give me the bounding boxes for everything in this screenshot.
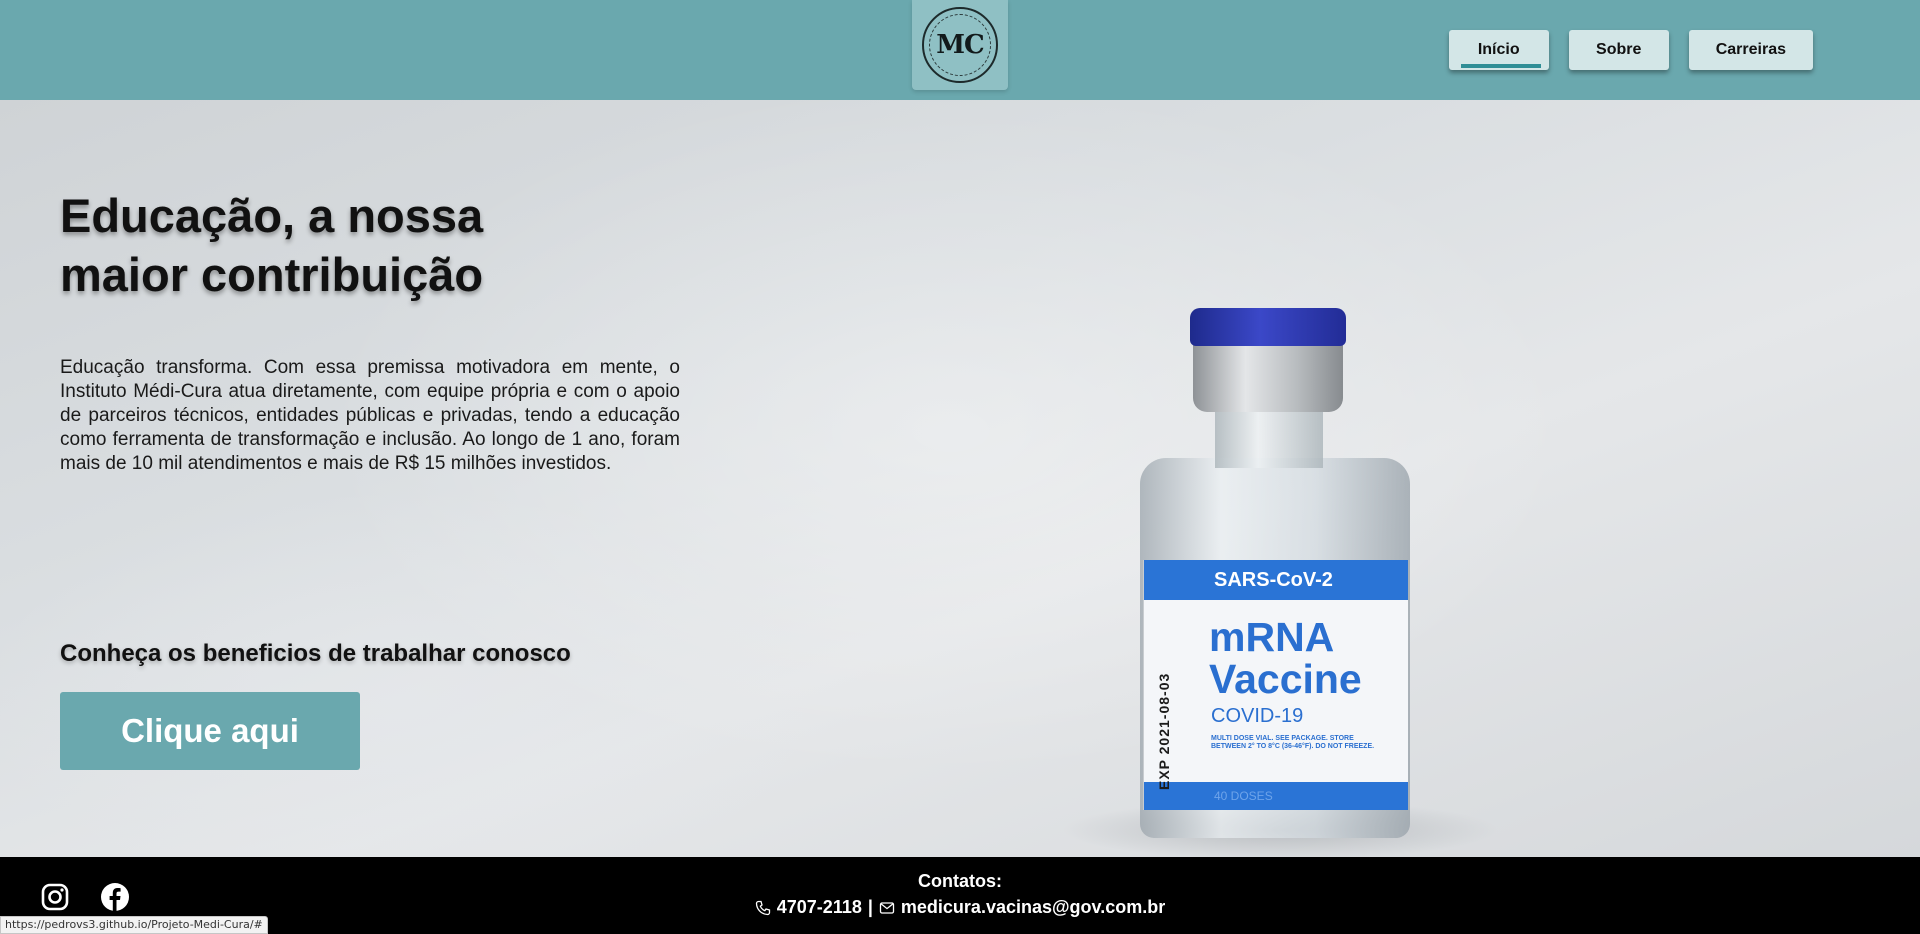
cta-button[interactable]: Clique aqui bbox=[60, 692, 360, 770]
contact-email[interactable]: medicura.vacinas@gov.com.br bbox=[901, 897, 1165, 918]
label-subtitle: COVID-19 bbox=[1211, 705, 1304, 727]
vaccine-vial-image: SARS-CoV-2 mRNA Vaccine COVID-19 MULTI D… bbox=[1125, 308, 1425, 848]
mail-icon bbox=[879, 901, 895, 914]
label-foot: 40 DOSES bbox=[1144, 782, 1408, 810]
nav-inicio-button[interactable]: Início bbox=[1448, 30, 1549, 70]
contacts-title: Contatos: bbox=[918, 871, 1002, 891]
site-header: MC Início Sobre Carreiras bbox=[0, 0, 1920, 100]
logo-text: MC bbox=[936, 30, 984, 60]
site-logo[interactable]: MC bbox=[912, 0, 1008, 90]
label-title-line2: Vaccine bbox=[1209, 656, 1362, 702]
hero-paragraph: Educação transforma. Com essa premissa m… bbox=[60, 357, 680, 474]
vial-neck bbox=[1215, 408, 1323, 468]
label-band: SARS-CoV-2 bbox=[1144, 560, 1408, 600]
hero-headline: Educação, a nossa maior contribuição bbox=[60, 189, 484, 301]
label-title-line1: mRNA bbox=[1209, 614, 1335, 660]
vial-label: SARS-CoV-2 mRNA Vaccine COVID-19 MULTI D… bbox=[1143, 560, 1408, 810]
contact-phone[interactable]: 4707-2118 bbox=[777, 897, 862, 918]
label-title: mRNA Vaccine bbox=[1209, 616, 1362, 700]
phone-icon bbox=[755, 900, 770, 915]
main-nav: Início Sobre Carreiras bbox=[1448, 30, 1813, 70]
nav-sobre-button[interactable]: Sobre bbox=[1568, 30, 1669, 70]
site-footer: Contatos: 4707-2118 | medicura.vacinas@g… bbox=[0, 857, 1920, 934]
status-bar-url: https://pedrovs3.github.io/Projeto-Medi-… bbox=[0, 916, 268, 934]
label-exp: EXP 2021-08-03 bbox=[1156, 672, 1172, 790]
vial-cap bbox=[1190, 308, 1346, 346]
nav-carreiras-button[interactable]: Carreiras bbox=[1688, 30, 1813, 70]
hero-section: Educação, a nossa maior contribuição Edu… bbox=[0, 100, 1920, 857]
logo-ring: MC bbox=[922, 7, 998, 83]
vial-crimp bbox=[1193, 342, 1343, 412]
benefits-heading: Conheça os beneficios de trabalhar conos… bbox=[60, 640, 571, 667]
label-fine-print: MULTI DOSE VIAL. SEE PACKAGE. STORE BETW… bbox=[1211, 735, 1375, 750]
contact-separator: | bbox=[867, 897, 873, 917]
contacts-line: 4707-2118 | medicura.vacinas@gov.com.br bbox=[0, 897, 1920, 918]
